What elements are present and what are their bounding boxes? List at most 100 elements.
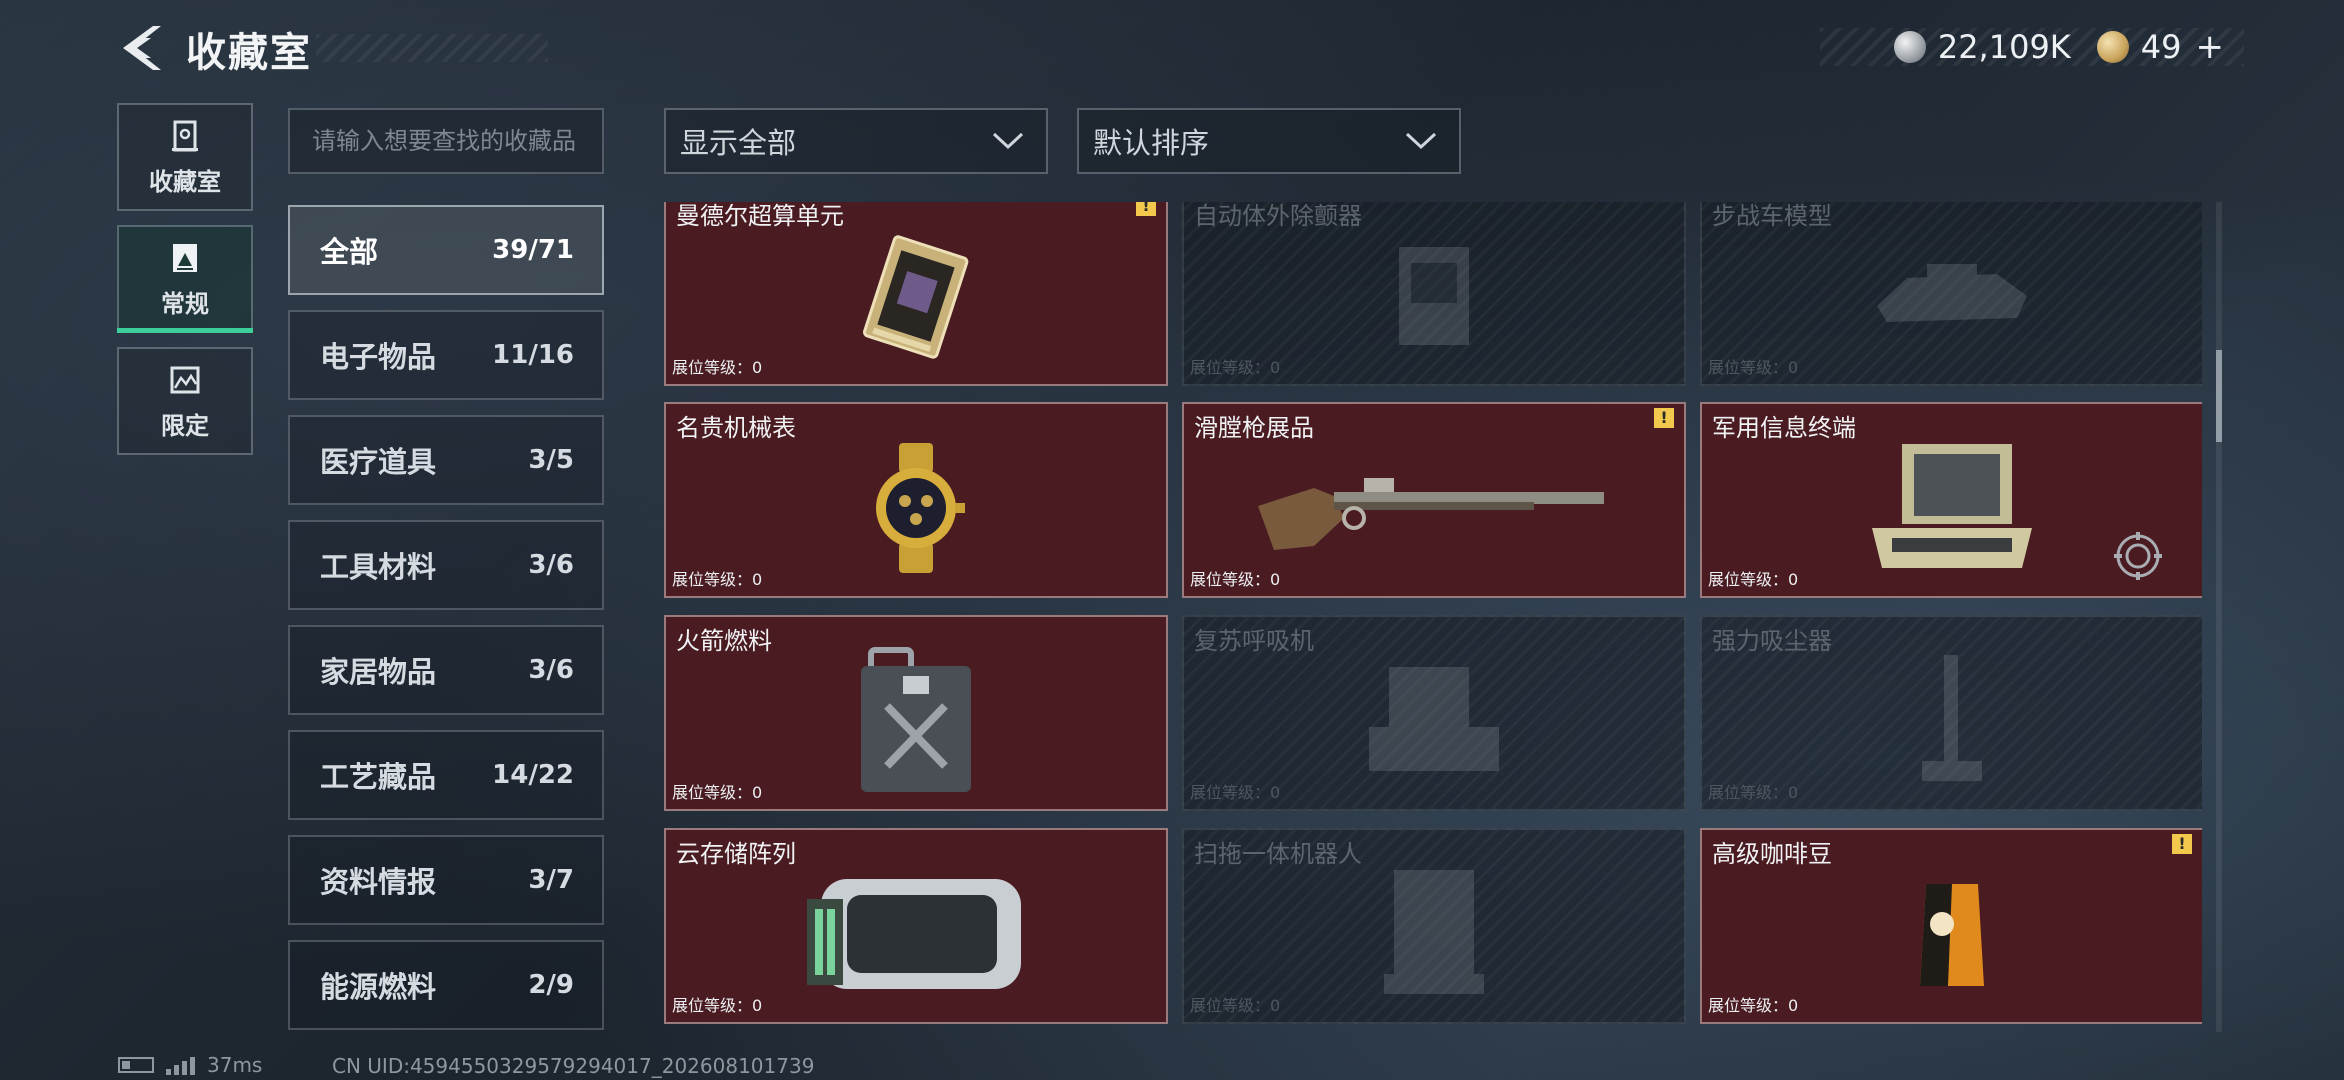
category-name: 医疗道具 [320,445,437,479]
item-name: 曼德尔超算单元 [676,202,844,230]
display-level: 展位等级：0 [1190,783,1281,802]
display-level: 展位等级：0 [1708,996,1799,1015]
target-icon[interactable] [2114,532,2162,580]
rail-item-vault[interactable]: 收藏室 [117,103,253,211]
category-name: 家居物品 [320,655,437,689]
rail-item-limited[interactable]: 限定 [117,347,253,455]
category-name: 工艺藏品 [320,760,437,794]
vacuum-icon [1892,651,2012,795]
grid-scrollbar[interactable] [2216,202,2222,1032]
scrollbar-thumb[interactable] [2216,350,2222,442]
category-count: 39/71 [492,235,574,265]
display-level: 展位等级：0 [1190,996,1281,1015]
display-level: 展位等级：0 [672,996,763,1015]
silver-balance: 22,109K [1937,28,2071,66]
user-id: CN UID:4594550329579294017_202608101739 [332,1054,815,1078]
page-title: 收藏室 [186,30,312,76]
signal-icon [166,1055,195,1075]
storage-array-icon [801,869,1031,1003]
warning-badge-icon: ! [1136,202,1156,216]
warning-badge-icon: ! [2172,834,2192,854]
category-name: 工具材料 [320,550,437,584]
collection-card[interactable]: 军用信息终端 展位等级：0 [1700,402,2202,598]
silver-coin-icon [1893,31,1926,63]
collection-card[interactable]: 扫拖一体机器人 展位等级：0 [1182,828,1686,1024]
collection-card[interactable]: 复苏呼吸机 展位等级：0 [1182,615,1686,811]
ventilator-icon [1359,661,1509,785]
display-level: 展位等级：0 [672,570,763,589]
category-intel[interactable]: 资料情报 3/7 [288,835,604,925]
battery-icon [118,1057,154,1073]
category-medical[interactable]: 医疗道具 3/5 [288,415,604,505]
category-household[interactable]: 家居物品 3/6 [288,625,604,715]
vault-icon [172,120,198,151]
ping-value: 37ms [207,1053,263,1077]
display-level: 展位等级：0 [1190,358,1281,377]
add-currency-button[interactable]: + [2196,27,2225,67]
gold-balance: 49 [2140,28,2182,66]
defibrillator-icon [1389,241,1479,355]
rail-label: 常规 [161,289,209,318]
display-filter-dropdown[interactable]: 显示全部 [664,108,1048,174]
tank-model-icon [1867,256,2037,340]
rail-item-regular[interactable]: 常规 [117,225,253,333]
dropdown-value: 默认排序 [1093,126,1210,160]
collection-card[interactable]: 自动体外除颤器 展位等级：0 [1182,202,1686,386]
category-crafts[interactable]: 工艺藏品 14/22 [288,730,604,820]
warning-badge-icon: ! [1654,408,1674,428]
display-level: 展位等级：0 [672,783,763,802]
robot-mop-icon [1374,864,1494,1008]
collection-card[interactable]: 火箭燃料 展位等级：0 [664,615,1168,811]
coffee-bag-icon [1912,874,1992,998]
item-name: 强力吸尘器 [1712,627,1832,655]
category-electronics[interactable]: 电子物品 11/16 [288,310,604,400]
display-level: 展位等级：0 [672,358,763,377]
item-name: 步战车模型 [1712,202,1832,230]
category-count: 14/22 [492,760,574,790]
category-name: 电子物品 [320,340,437,374]
item-name: 复苏呼吸机 [1194,627,1314,655]
display-level: 展位等级：0 [1708,358,1799,377]
category-count: 3/6 [528,550,574,580]
military-terminal-icon [1862,438,2042,582]
item-name: 火箭燃料 [676,627,772,655]
category-name: 能源燃料 [320,970,437,1004]
fuel-canister-icon [851,646,981,800]
category-count: 11/16 [492,340,574,370]
collection-card[interactable]: 步战车模型 展位等级：0 [1700,202,2202,386]
rail-label: 收藏室 [149,167,221,196]
item-name: 扫拖一体机器人 [1194,840,1362,868]
category-name: 全部 [320,235,379,269]
dropdown-value: 显示全部 [680,126,797,160]
collection-card[interactable]: 高级咖啡豆 ! 展位等级：0 [1700,828,2202,1024]
collection-card[interactable]: 强力吸尘器 展位等级：0 [1700,615,2202,811]
collection-card[interactable]: 滑膛枪展品 ! 展位等级：0 [1182,402,1686,598]
item-name: 高级咖啡豆 [1712,840,1832,868]
display-level: 展位等级：0 [1708,570,1799,589]
title-decoration [316,34,548,62]
back-arrow-icon [123,26,161,70]
gold-coin-icon [2096,31,2129,63]
back-button[interactable] [115,22,163,74]
collection-card[interactable]: 名贵机械表 展位等级：0 [664,402,1168,598]
display-level: 展位等级：0 [1708,783,1799,802]
category-all[interactable]: 全部 39/71 [288,205,604,295]
header: 收藏室 22,109K 49 + [0,0,2344,100]
status-bar: 37ms [118,1052,262,1078]
category-tools[interactable]: 工具材料 3/6 [288,520,604,610]
item-name: 云存储阵列 [676,840,796,868]
collection-card[interactable]: 曼德尔超算单元 ! 展位等级：0 [664,202,1168,386]
collection-grid: 曼德尔超算单元 ! 展位等级：0 自动体外除颤器 展位等级：0 步战车模型 展位… [662,202,2202,1032]
category-count: 2/9 [528,970,574,1000]
category-count: 3/6 [528,655,574,685]
collection-card[interactable]: 云存储阵列 展位等级：0 [664,828,1168,1024]
musket-icon [1254,458,1614,562]
search-input[interactable] [288,108,604,174]
category-count: 3/5 [528,445,574,475]
chevron-down-icon [1405,132,1437,150]
item-name: 名贵机械表 [676,414,796,442]
item-name: 军用信息终端 [1712,414,1856,442]
display-level: 展位等级：0 [1190,570,1281,589]
sort-dropdown[interactable]: 默认排序 [1077,108,1461,174]
category-energy[interactable]: 能源燃料 2/9 [288,940,604,1030]
